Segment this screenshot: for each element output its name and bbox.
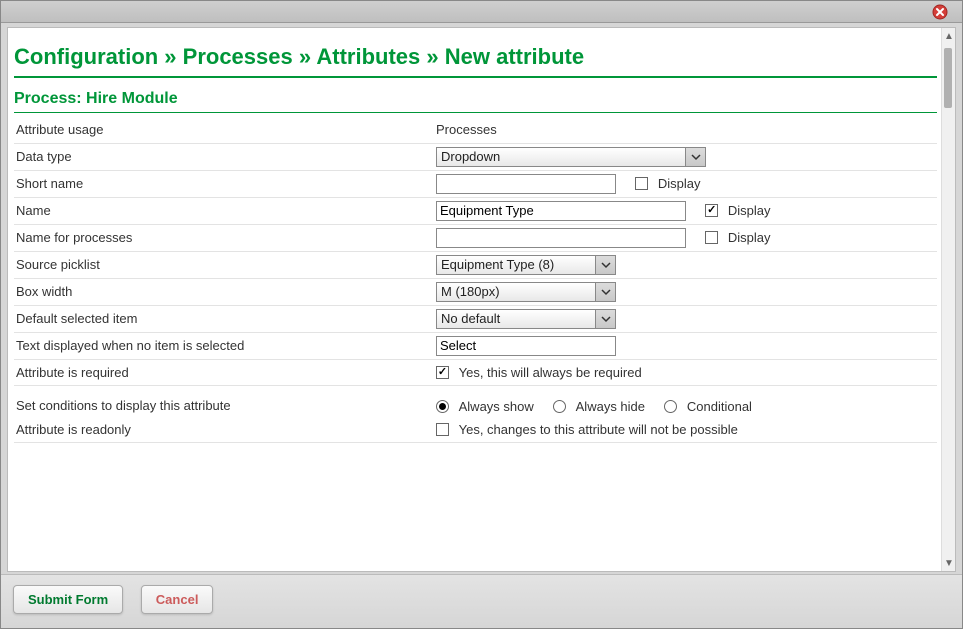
attribute-required-checkbox[interactable]: [436, 366, 449, 379]
cancel-button[interactable]: Cancel: [141, 585, 214, 614]
label-placeholder-text: Text displayed when no item is selected: [14, 332, 434, 359]
value-attribute-usage: Processes: [434, 117, 937, 143]
dialog-window: Configuration » Processes » Attributes »…: [0, 0, 963, 629]
label-display-conditions: Set conditions to display this attribute: [14, 385, 434, 417]
name-input[interactable]: [436, 201, 686, 221]
name-display-label: Display: [728, 203, 771, 218]
source-picklist-select[interactable]: Equipment Type (8): [436, 255, 616, 275]
label-name-for-processes: Name for processes: [14, 224, 434, 251]
label-attribute-readonly: Attribute is readonly: [14, 417, 434, 443]
box-width-select[interactable]: M (180px): [436, 282, 616, 302]
display-condition-label-conditional: Conditional: [687, 399, 752, 414]
attribute-form: Attribute usage Processes Data type Drop…: [14, 117, 937, 443]
default-selected-item-select[interactable]: No default: [436, 309, 616, 329]
footer-bar: Submit Form Cancel: [1, 574, 962, 628]
display-condition-label-always-show: Always show: [459, 399, 534, 414]
attribute-required-text: Yes, this will always be required: [459, 365, 642, 380]
chevron-down-icon: [595, 283, 615, 301]
label-attribute-usage: Attribute usage: [14, 117, 434, 143]
label-source-picklist: Source picklist: [14, 251, 434, 278]
name-for-processes-display-checkbox[interactable]: [705, 231, 718, 244]
placeholder-text-input[interactable]: [436, 336, 616, 356]
label-short-name: Short name: [14, 170, 434, 197]
scroll-up-icon[interactable]: ▲: [942, 28, 956, 44]
source-picklist-select-value: Equipment Type (8): [437, 257, 595, 272]
scrollbar[interactable]: ▲ ▼: [941, 28, 955, 571]
content-scroll: Configuration » Processes » Attributes »…: [8, 28, 941, 571]
short-name-input[interactable]: [436, 174, 616, 194]
short-name-display-label: Display: [658, 176, 701, 191]
display-condition-radio-conditional[interactable]: [664, 400, 677, 413]
default-selected-item-select-value: No default: [437, 311, 595, 326]
label-box-width: Box width: [14, 278, 434, 305]
data-type-select-value: Dropdown: [437, 149, 685, 164]
display-condition-radio-always-hide[interactable]: [553, 400, 566, 413]
name-display-checkbox[interactable]: [705, 204, 718, 217]
attribute-readonly-checkbox[interactable]: [436, 423, 449, 436]
close-icon[interactable]: [932, 4, 948, 20]
label-default-selected-item: Default selected item: [14, 305, 434, 332]
data-type-select[interactable]: Dropdown: [436, 147, 706, 167]
breadcrumb: Configuration » Processes » Attributes »…: [14, 44, 937, 78]
chevron-down-icon: [595, 310, 615, 328]
section-title: Process: Hire Module: [14, 90, 937, 113]
scroll-down-icon[interactable]: ▼: [942, 555, 956, 571]
titlebar: [1, 1, 962, 23]
chevron-down-icon: [595, 256, 615, 274]
name-for-processes-display-label: Display: [728, 230, 771, 245]
name-for-processes-input[interactable]: [436, 228, 686, 248]
box-width-select-value: M (180px): [437, 284, 595, 299]
content-panel: Configuration » Processes » Attributes »…: [7, 27, 956, 572]
submit-button[interactable]: Submit Form: [13, 585, 123, 614]
label-attribute-required: Attribute is required: [14, 359, 434, 385]
display-condition-radio-always-show[interactable]: [436, 400, 449, 413]
label-data-type: Data type: [14, 143, 434, 170]
display-condition-label-always-hide: Always hide: [576, 399, 645, 414]
label-name: Name: [14, 197, 434, 224]
short-name-display-checkbox[interactable]: [635, 177, 648, 190]
attribute-readonly-text: Yes, changes to this attribute will not …: [459, 422, 738, 437]
chevron-down-icon: [685, 148, 705, 166]
scrollbar-thumb[interactable]: [944, 48, 952, 108]
